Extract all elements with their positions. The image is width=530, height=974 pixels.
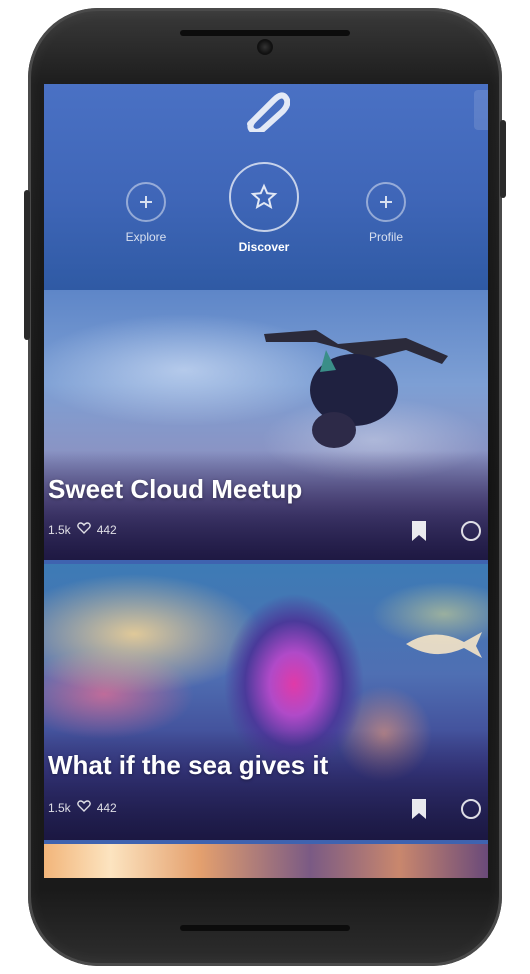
fish-figure <box>406 632 482 658</box>
card-meta: 1.5k 442 <box>48 800 117 815</box>
earpiece-speaker <box>180 30 350 36</box>
bookmark-icon[interactable] <box>406 518 432 544</box>
volume-button <box>24 190 30 340</box>
nav-label: Profile <box>368 230 403 244</box>
card-title[interactable]: Sweet Cloud Meetup <box>48 474 302 505</box>
heart-icon <box>76 800 91 815</box>
phone-screen: Explore Discover Profile Sweet Cloud Mee… <box>44 84 488 878</box>
heart-icon <box>76 522 91 537</box>
plus-icon <box>366 182 406 222</box>
plus-icon <box>126 182 166 222</box>
nav-label: Discover <box>238 240 290 254</box>
diver-figure <box>264 330 448 448</box>
star-icon <box>229 162 299 232</box>
card-title[interactable]: What if the sea gives it <box>48 750 328 781</box>
share-icon[interactable] <box>458 796 484 822</box>
front-camera <box>257 39 273 55</box>
bottom-speaker <box>180 925 350 931</box>
nav-explore[interactable]: Explore <box>106 182 186 244</box>
feed-card[interactable]: Sweet Cloud Meetup 1.5k 442 <box>44 290 488 560</box>
power-button <box>500 120 506 198</box>
likes-count: 442 <box>96 800 117 815</box>
nav-label: Explore <box>125 230 167 244</box>
nav-profile[interactable]: Profile <box>346 182 426 244</box>
nav-discover[interactable]: Discover <box>224 162 304 254</box>
paperclip-icon[interactable] <box>240 88 291 135</box>
card-overlay <box>44 730 488 840</box>
feed-card[interactable]: What if the sea gives it 1.5k 442 <box>44 564 488 840</box>
likes-count: 442 <box>96 522 117 537</box>
app-header: Explore Discover Profile <box>44 84 488 290</box>
views-count: 1.5k <box>48 522 71 537</box>
scroll-indicator <box>474 90 488 130</box>
share-icon[interactable] <box>458 518 484 544</box>
bookmark-icon[interactable] <box>406 796 432 822</box>
feed-card[interactable] <box>44 844 488 878</box>
card-meta: 1.5k 442 <box>48 522 117 537</box>
views-count: 1.5k <box>48 800 71 815</box>
card-image <box>44 844 488 878</box>
